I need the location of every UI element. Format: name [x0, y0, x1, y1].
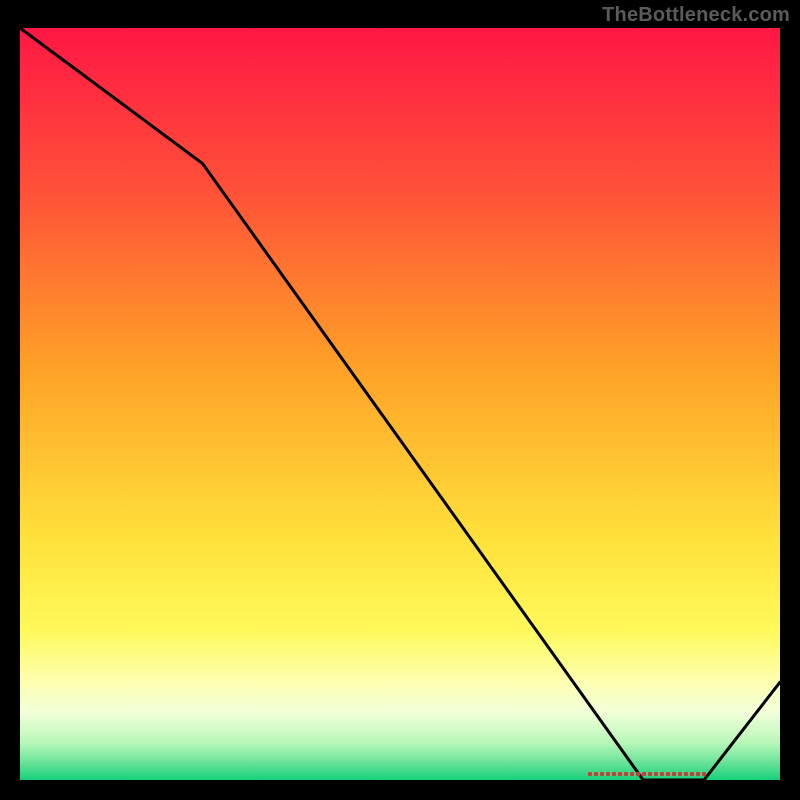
chart-stage: TheBottleneck.com: [0, 0, 800, 800]
watermark-label: TheBottleneck.com: [602, 4, 790, 27]
gradient-background: [20, 28, 780, 780]
bottleneck-chart: [20, 28, 780, 780]
plot-frame: [20, 28, 780, 780]
